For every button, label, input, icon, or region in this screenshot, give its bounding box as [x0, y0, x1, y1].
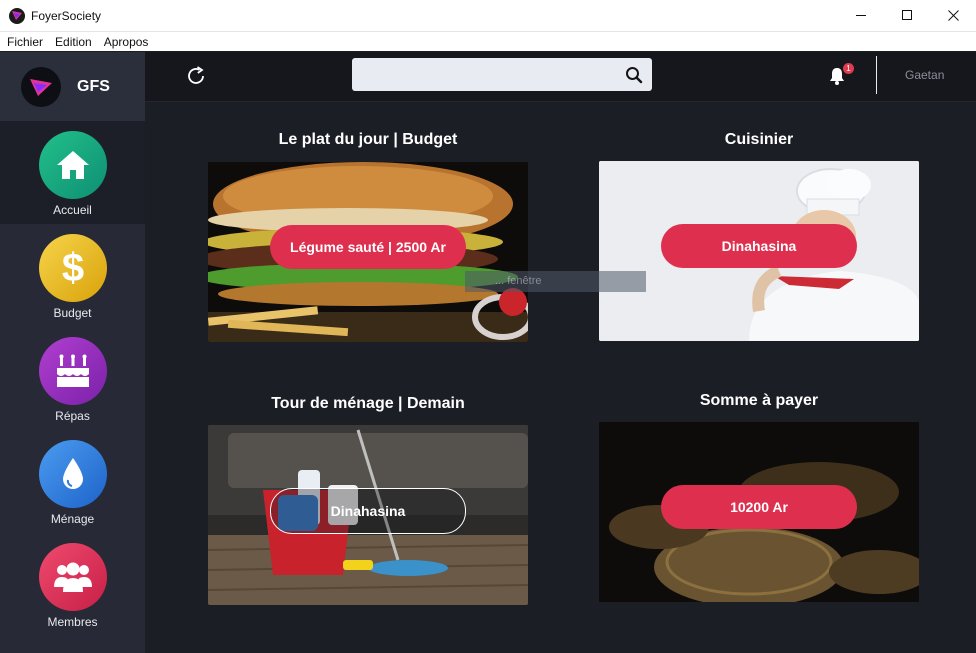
chores-assignee-button[interactable]: Dinahasina	[270, 488, 466, 534]
home-icon	[38, 131, 107, 199]
sidebar-item-label: Membres	[47, 615, 98, 629]
menu-edition[interactable]: Edition	[49, 35, 98, 49]
sidebar-item-membres[interactable]: Membres	[0, 533, 145, 636]
tooltip: ... fenêtre	[465, 271, 646, 292]
app-logo-icon	[9, 7, 25, 24]
brand-logo-icon	[21, 66, 61, 107]
sidebar-item-label: Ménage	[50, 512, 95, 526]
menu-apropos[interactable]: Apropos	[98, 35, 155, 49]
search-icon	[626, 67, 643, 84]
sidebar: GFS Accueil $ Budget Répas Ménage Membre…	[0, 52, 145, 653]
card-title-payment: Somme à payer	[699, 392, 819, 409]
window-title: FoyerSociety	[31, 8, 102, 23]
refresh-icon	[188, 66, 204, 84]
amount-due-button[interactable]: 10200 Ar	[661, 485, 857, 529]
card-title-cook: Cuisinier	[724, 131, 794, 148]
menu-fichier[interactable]: Fichier	[0, 35, 49, 49]
svg-text:$: $	[61, 247, 83, 289]
card-title-chores: Tour de ménage | Demain	[271, 395, 465, 412]
drop-icon	[38, 440, 107, 508]
sidebar-item-repas[interactable]: Répas	[0, 327, 145, 430]
topbar-divider	[876, 56, 877, 94]
sidebar-item-label: Budget	[53, 306, 92, 320]
card-meal: Légume sauté | 2500 Ar	[208, 162, 528, 342]
card-cook: Dinahasina	[599, 161, 919, 341]
search-bar	[352, 58, 652, 91]
dashboard: Le plat du jour | Budget Légume sauté | …	[145, 102, 976, 653]
close-button[interactable]	[930, 0, 976, 31]
window-titlebar: FoyerSociety	[0, 0, 976, 32]
minimize-button[interactable]	[838, 0, 884, 31]
search-button[interactable]	[625, 66, 643, 84]
sidebar-item-budget[interactable]: $ Budget	[0, 224, 145, 327]
users-icon	[38, 543, 107, 611]
brand-name: GFS	[77, 77, 110, 95]
search-input[interactable]	[360, 63, 614, 87]
sidebar-item-menage[interactable]: Ménage	[0, 430, 145, 533]
notification-badge: 1	[843, 63, 854, 74]
card-payment: 10200 Ar	[599, 422, 919, 602]
cake-icon	[38, 337, 107, 405]
refresh-button[interactable]	[185, 65, 207, 87]
dollar-icon: $	[38, 234, 107, 302]
close-icon	[947, 10, 959, 21]
maximize-icon	[901, 10, 912, 20]
sidebar-item-label: Accueil	[53, 203, 92, 217]
sidebar-item-accueil[interactable]: Accueil	[0, 121, 145, 224]
top-bar: 1 Gaetan	[145, 52, 976, 102]
user-name[interactable]: Gaetan	[905, 68, 944, 82]
cook-name-button[interactable]: Dinahasina	[661, 224, 857, 268]
meal-budget-button[interactable]: Légume sauté | 2500 Ar	[270, 225, 466, 269]
brand: GFS	[0, 52, 145, 121]
card-title-meal: Le plat du jour | Budget	[278, 131, 458, 148]
menu-bar: Fichier Edition Apropos	[0, 32, 976, 51]
card-chores: Dinahasina	[208, 425, 528, 605]
sidebar-item-label: Répas	[55, 409, 90, 423]
minimize-icon	[855, 15, 866, 16]
maximize-button[interactable]	[884, 0, 930, 31]
